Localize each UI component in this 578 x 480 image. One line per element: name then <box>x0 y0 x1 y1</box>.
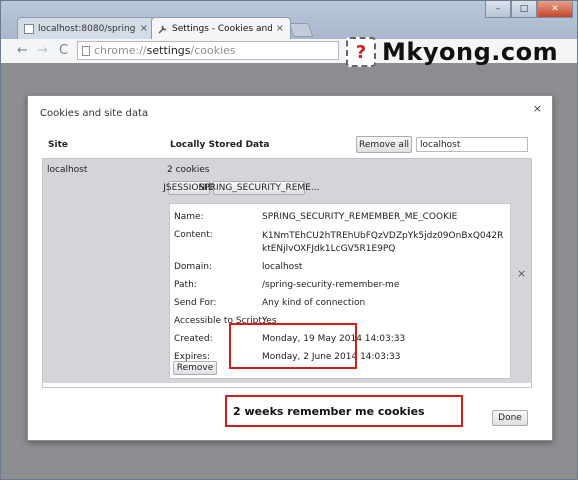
field-label: Domain: <box>174 262 212 272</box>
search-input[interactable] <box>416 137 528 152</box>
field-value: Any kind of connection <box>262 298 366 308</box>
tab-close-icon[interactable]: × <box>276 23 284 34</box>
browser-window: localhost:8080/spring-sec × Settings - C… <box>0 0 578 480</box>
dialog-close-icon[interactable]: × <box>533 102 542 115</box>
annotation-callout: 2 weeks remember me cookies <box>225 395 463 427</box>
reload-button[interactable]: C <box>59 44 68 57</box>
field-label: Path: <box>174 280 197 290</box>
remove-site-icon[interactable]: × <box>517 267 526 280</box>
column-header-data: Locally Stored Data <box>170 140 270 150</box>
field-label: Name: <box>174 212 204 222</box>
page-icon <box>24 23 34 34</box>
field-label: Created: <box>174 334 213 344</box>
tab-strip: localhost:8080/spring-sec × Settings - C… <box>1 1 577 39</box>
page-icon <box>82 45 90 56</box>
remove-all-button[interactable]: Remove all <box>356 136 412 153</box>
field-value: SPRING_SECURITY_REMEMBER_ME_COOKIE <box>262 212 458 222</box>
forward-button[interactable]: → <box>37 44 48 57</box>
cookies-dialog: Cookies and site data × Site Locally Sto… <box>27 95 553 441</box>
wrench-icon <box>158 24 168 34</box>
done-button[interactable]: Done <box>492 410 528 426</box>
back-button[interactable]: ← <box>17 44 28 57</box>
tab-close-icon[interactable]: × <box>140 23 148 34</box>
new-tab-button[interactable] <box>288 23 314 37</box>
field-label: Content: <box>174 230 213 240</box>
maximize-button[interactable]: □ <box>511 1 537 18</box>
field-value: /spring-security-remember-me <box>262 280 400 290</box>
tab-title: Settings - Cookies and site <box>172 23 272 34</box>
logo-text: Mkyong.com <box>382 38 559 66</box>
address-bar[interactable]: chrome://settings/cookies <box>77 41 339 60</box>
tab-settings[interactable]: Settings - Cookies and site × <box>151 17 291 39</box>
window-close-button[interactable]: ✕ <box>537 1 573 18</box>
dialog-title: Cookies and site data <box>40 108 149 119</box>
column-header-site: Site <box>48 140 68 150</box>
tab-title: localhost:8080/spring-sec <box>38 23 136 34</box>
cookie-chip-remember-me[interactable]: SPRING_SECURITY_REME... <box>199 181 319 195</box>
field-value: K1NmTEhCU2hTREhUbFQzVDZpYk5jdz09OnBxQ042… <box>262 231 504 254</box>
tab-localhost[interactable]: localhost:8080/spring-sec × <box>17 17 155 39</box>
minimize-button[interactable]: – <box>485 1 511 18</box>
remove-cookie-button[interactable]: Remove <box>173 361 217 375</box>
field-value: localhost <box>262 262 303 272</box>
field-label: Send For: <box>174 298 217 308</box>
site-name: localhost <box>47 165 88 175</box>
window-controls: – □ ✕ <box>485 1 573 18</box>
mkyong-logo: ? Mkyong.com <box>346 37 558 67</box>
cookie-count: 2 cookies <box>167 165 210 175</box>
url-text: chrome://settings/cookies <box>94 44 236 57</box>
dates-highlight-box <box>229 323 357 369</box>
question-icon: ? <box>346 37 376 67</box>
